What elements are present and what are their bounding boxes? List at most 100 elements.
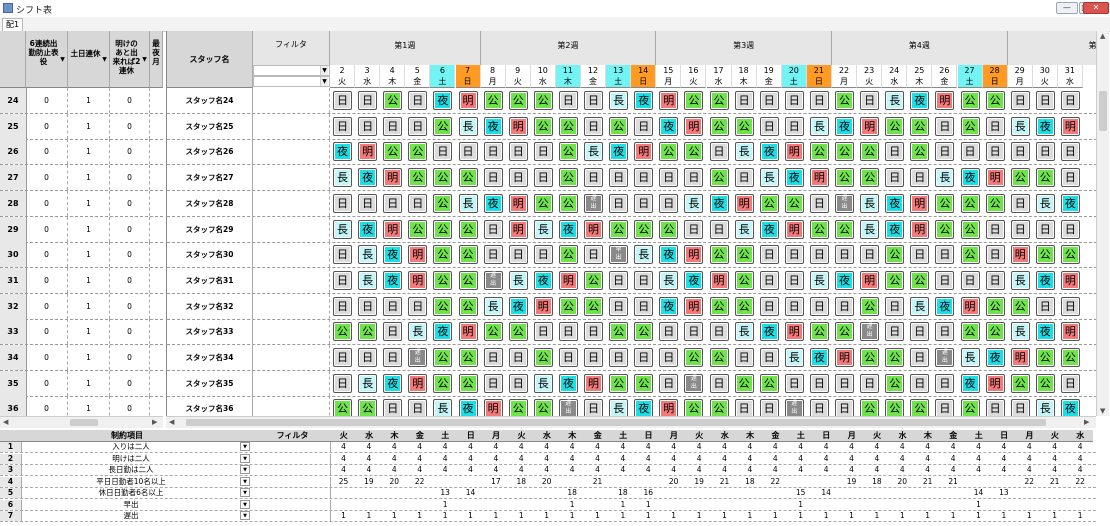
shift-cell[interactable]: 日 bbox=[985, 399, 1005, 416]
shift-cell[interactable]: 日 bbox=[383, 116, 403, 136]
shift-cell[interactable]: 日 bbox=[659, 348, 679, 367]
shift-cell[interactable]: 日 bbox=[383, 296, 403, 316]
shift-cell[interactable]: 日 bbox=[784, 373, 804, 393]
shift-cell[interactable]: 日 bbox=[584, 245, 603, 265]
shift-cell[interactable]: 日 bbox=[734, 399, 754, 416]
shift-cell[interactable]: 日 bbox=[1035, 142, 1055, 162]
shift-cell[interactable]: 日 bbox=[734, 168, 754, 188]
shift-cell[interactable]: 日 bbox=[985, 270, 1005, 290]
shift-cell[interactable]: 公 bbox=[709, 245, 729, 265]
shift-cell[interactable]: 明 bbox=[835, 348, 854, 367]
shift-cell[interactable]: 日 bbox=[609, 270, 629, 290]
shift-cell[interactable]: 公 bbox=[508, 91, 528, 110]
shift-cell[interactable]: 日 bbox=[358, 116, 378, 136]
shift-cell[interactable]: 公 bbox=[1035, 373, 1055, 393]
shift-cell[interactable]: 夜 bbox=[483, 193, 503, 213]
shift-cell[interactable]: 明 bbox=[709, 270, 729, 290]
shift-cell[interactable]: 公 bbox=[985, 91, 1005, 110]
shift-cell[interactable]: 長 bbox=[333, 168, 352, 188]
shift-cell[interactable]: 公 bbox=[860, 348, 880, 367]
shift-cell[interactable]: 公 bbox=[960, 399, 980, 416]
constraint-filter-cell[interactable] bbox=[254, 499, 331, 510]
shift-cell[interactable]: 明 bbox=[383, 168, 403, 188]
shift-cell[interactable]: 日 bbox=[935, 116, 955, 136]
shift-cell[interactable]: 夜 bbox=[659, 116, 679, 136]
shift-cell[interactable]: 早 出 bbox=[609, 245, 629, 265]
shift-cell[interactable]: 日 bbox=[533, 245, 553, 265]
shift-cell[interactable]: 日 bbox=[1060, 91, 1080, 110]
shift-cell[interactable]: 日 bbox=[584, 91, 603, 110]
shift-cell[interactable]: 夜 bbox=[508, 296, 528, 316]
shift-cell[interactable]: 長 bbox=[1035, 399, 1055, 416]
shift-cell[interactable]: 公 bbox=[960, 193, 980, 213]
shift-cell[interactable]: 長 bbox=[1010, 322, 1030, 342]
shift-cell[interactable]: 日 bbox=[584, 348, 603, 367]
shift-cell[interactable]: 夜 bbox=[558, 373, 578, 393]
shift-cell[interactable]: 夜 bbox=[960, 168, 980, 188]
shift-cell[interactable]: 公 bbox=[1060, 245, 1080, 265]
shift-cell[interactable]: 日 bbox=[835, 245, 854, 265]
filter-cell[interactable] bbox=[253, 370, 330, 396]
shift-cell[interactable]: 夜 bbox=[835, 270, 854, 290]
shift-cell[interactable]: 公 bbox=[860, 168, 880, 188]
scroll-up-icon[interactable]: ▲ bbox=[1100, 32, 1105, 40]
shift-cell[interactable]: 公 bbox=[960, 322, 980, 342]
shift-cell[interactable]: 日 bbox=[910, 168, 930, 188]
shift-cell[interactable]: 公 bbox=[809, 322, 829, 342]
shift-cell[interactable]: 日 bbox=[684, 322, 704, 342]
shift-cell[interactable]: 明 bbox=[634, 142, 654, 162]
shift-cell[interactable]: 日 bbox=[659, 193, 679, 213]
shift-cell[interactable]: 夜 bbox=[759, 219, 779, 239]
shift-cell[interactable]: 夜 bbox=[383, 270, 403, 290]
shift-cell[interactable]: 公 bbox=[533, 399, 553, 416]
shift-cell[interactable]: 日 bbox=[408, 296, 428, 316]
shift-cell[interactable]: 日 bbox=[333, 373, 352, 393]
shift-cell[interactable]: 明 bbox=[659, 399, 679, 416]
shift-cell[interactable]: 日 bbox=[483, 245, 503, 265]
shift-cell[interactable]: 日 bbox=[759, 245, 779, 265]
shift-cell[interactable]: 日 bbox=[358, 348, 378, 367]
shift-cell[interactable]: 遅 出 bbox=[684, 373, 704, 393]
shift-cell[interactable]: 明 bbox=[684, 116, 704, 136]
filter-cell[interactable] bbox=[253, 396, 330, 416]
shift-cell[interactable]: 公 bbox=[584, 296, 603, 316]
night-month-header[interactable]: 最夜月 bbox=[150, 31, 163, 88]
shift-cell[interactable]: 明 bbox=[533, 296, 553, 316]
filter-cell[interactable] bbox=[253, 190, 330, 216]
shift-cell[interactable]: 日 bbox=[809, 193, 829, 213]
shift-cell[interactable]: 長 bbox=[609, 399, 629, 416]
shift-cell[interactable]: 公 bbox=[960, 245, 980, 265]
shift-cell[interactable]: 長 bbox=[609, 91, 629, 110]
shift-cell[interactable]: 日 bbox=[508, 348, 528, 367]
shift-cell[interactable]: 公 bbox=[809, 219, 829, 239]
shift-cell[interactable]: 日 bbox=[333, 91, 352, 110]
shift-cell[interactable]: 日 bbox=[558, 91, 578, 110]
shift-cell[interactable]: 日 bbox=[809, 373, 829, 393]
shift-cell[interactable]: 公 bbox=[433, 168, 453, 188]
shift-cell[interactable]: 日 bbox=[584, 399, 603, 416]
shift-cell[interactable]: 日 bbox=[358, 296, 378, 316]
constraint-filter-cell[interactable] bbox=[254, 453, 331, 464]
shift-cell[interactable]: 日 bbox=[759, 296, 779, 316]
shift-cell[interactable]: 公 bbox=[759, 193, 779, 213]
shift-cell[interactable]: 公 bbox=[333, 322, 352, 342]
shift-cell[interactable]: 遅 出 bbox=[935, 348, 955, 367]
shift-cell[interactable]: 夜 bbox=[458, 399, 478, 416]
shift-cell[interactable]: 公 bbox=[960, 91, 980, 110]
shift-cell[interactable]: 公 bbox=[985, 322, 1005, 342]
shift-cell[interactable]: 日 bbox=[333, 270, 352, 290]
shift-cell[interactable]: 明 bbox=[935, 91, 955, 110]
shift-cell[interactable]: 日 bbox=[809, 91, 829, 110]
shift-cell[interactable]: 日 bbox=[960, 270, 980, 290]
scroll-left-icon[interactable]: ◀ bbox=[3, 418, 8, 426]
shift-cell[interactable]: 夜 bbox=[659, 245, 679, 265]
shift-cell[interactable]: 公 bbox=[860, 142, 880, 162]
shift-cell[interactable]: 長 bbox=[458, 116, 478, 136]
shift-cell[interactable]: 日 bbox=[659, 322, 679, 342]
shift-cell[interactable]: 明 bbox=[1060, 270, 1080, 290]
shift-cell[interactable]: 公 bbox=[784, 193, 804, 213]
shift-cell[interactable]: 夜 bbox=[885, 219, 905, 239]
shift-cell[interactable]: 日 bbox=[533, 322, 553, 342]
shift-cell[interactable]: 公 bbox=[659, 219, 679, 239]
shift-cell[interactable]: 公 bbox=[458, 168, 478, 188]
